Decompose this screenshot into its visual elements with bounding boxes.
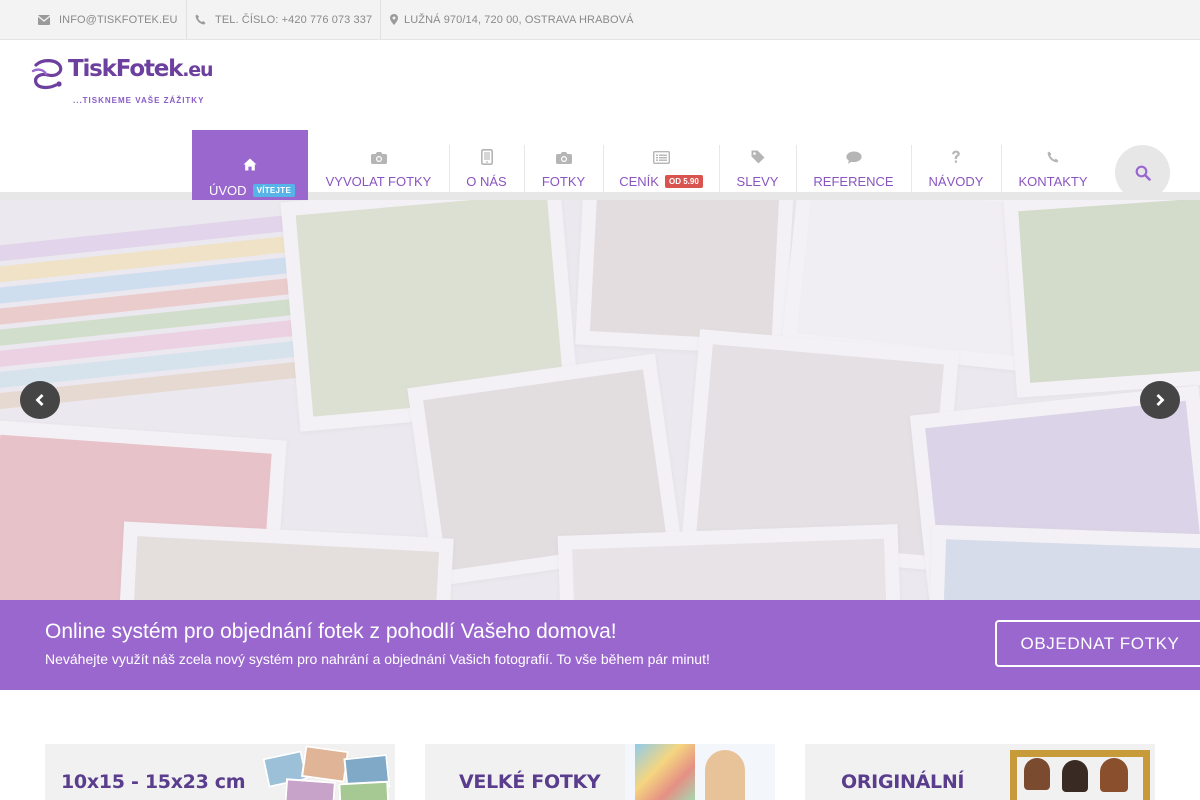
envelope-icon bbox=[38, 14, 50, 25]
logo-mark-icon bbox=[31, 59, 63, 90]
camera-icon bbox=[308, 145, 449, 169]
welcome-badge: VÍTEJTE bbox=[252, 184, 296, 197]
logo-tld: .eu bbox=[182, 59, 213, 81]
home-icon bbox=[192, 158, 308, 176]
comment-icon bbox=[796, 145, 911, 169]
nav-item-cenik[interactable]: CENÍK OD 5.90 bbox=[603, 145, 719, 192]
email-contact[interactable]: INFO@TISKFOTEK.EU bbox=[38, 0, 178, 39]
nav-label: REFERENCE bbox=[813, 174, 894, 189]
nav-item-o-nas[interactable]: O NÁS bbox=[449, 145, 524, 192]
cta-subtitle: Neváhejte využít náš zcela nový systém p… bbox=[45, 651, 710, 667]
camera-icon bbox=[524, 145, 603, 169]
nav-item-navody[interactable]: NÁVODY bbox=[911, 145, 1001, 192]
tag-icon bbox=[719, 145, 796, 169]
slider-prev-button[interactable] bbox=[20, 381, 60, 419]
nav-label: KONTAKTY bbox=[1018, 174, 1088, 189]
nav-item-fotky[interactable]: FOTKY bbox=[524, 145, 603, 192]
card-image bbox=[625, 744, 775, 800]
nav-label: NÁVODY bbox=[928, 174, 984, 189]
price-badge: OD 5.90 bbox=[664, 175, 703, 188]
nav-item-kontakty[interactable]: KONTAKTY bbox=[1001, 145, 1105, 192]
order-photos-button[interactable]: OBJEDNAT FOTKY bbox=[995, 620, 1200, 667]
question-icon bbox=[911, 145, 1001, 169]
nav-item-slevy[interactable]: SLEVY bbox=[719, 145, 796, 192]
nav-label: CENÍK bbox=[619, 174, 659, 189]
slider-next-button[interactable] bbox=[1140, 381, 1180, 419]
card-image bbox=[1000, 744, 1155, 800]
card-image bbox=[255, 744, 395, 800]
nav-bottom-strip bbox=[0, 192, 1200, 200]
nav-label: SLEVY bbox=[736, 174, 779, 189]
phone-icon bbox=[195, 14, 206, 25]
map-marker-icon bbox=[390, 14, 398, 25]
divider bbox=[186, 0, 187, 39]
product-card[interactable]: ORIGINÁLNÍ bbox=[805, 744, 1155, 800]
phone-text: TEL. ČÍSLO: +420 776 073 337 bbox=[215, 13, 373, 26]
nav-label: O NÁS bbox=[466, 174, 507, 189]
logo-tagline: ...TISKNEME VAŠE ZÁŽITKY bbox=[73, 96, 205, 105]
product-card[interactable]: VELKÉ FOTKY bbox=[425, 744, 775, 800]
chevron-left-icon bbox=[35, 394, 44, 406]
tablet-icon bbox=[449, 145, 524, 169]
card-title: ORIGINÁLNÍ bbox=[841, 771, 965, 793]
logo-wordmark: TiskFotek.eu bbox=[68, 56, 213, 82]
nav-item-vyvolat-fotky[interactable]: VYVOLAT FOTKY bbox=[308, 145, 449, 192]
divider bbox=[380, 0, 381, 39]
card-title: 10x15 - 15x23 cm bbox=[61, 771, 246, 793]
address-contact: LUŽNÁ 970/14, 720 00, OSTRAVA HRABOVÁ bbox=[390, 0, 634, 39]
nav-label: FOTKY bbox=[541, 174, 586, 189]
nav-item-reference[interactable]: REFERENCE bbox=[796, 145, 911, 192]
nav-label: VYVOLAT FOTKY bbox=[325, 174, 432, 189]
email-text: INFO@TISKFOTEK.EU bbox=[59, 13, 178, 26]
phone-contact[interactable]: TEL. ČÍSLO: +420 776 073 337 bbox=[195, 0, 372, 39]
product-card[interactable]: 10x15 - 15x23 cm bbox=[45, 744, 395, 800]
cta-title: Online systém pro objednání fotek z poho… bbox=[45, 620, 617, 643]
site-logo[interactable]: TiskFotek.eu ...TISKNEME VAŠE ZÁŽITKY bbox=[30, 55, 220, 110]
hero-slider bbox=[0, 200, 1200, 600]
nav-home-label: ÚVOD bbox=[209, 183, 247, 198]
search-icon bbox=[1135, 165, 1151, 181]
search-button[interactable] bbox=[1115, 145, 1170, 200]
logo-brand: TiskFotek bbox=[68, 56, 183, 82]
cta-banner: Online systém pro objednání fotek z poho… bbox=[0, 600, 1200, 690]
list-icon bbox=[603, 145, 719, 169]
address-text: LUŽNÁ 970/14, 720 00, OSTRAVA HRABOVÁ bbox=[404, 13, 634, 26]
chevron-right-icon bbox=[1156, 394, 1165, 406]
top-contact-bar: INFO@TISKFOTEK.EU TEL. ČÍSLO: +420 776 0… bbox=[0, 0, 1200, 40]
phone-icon bbox=[1001, 145, 1105, 169]
card-title: VELKÉ FOTKY bbox=[459, 771, 601, 793]
hero-overlay bbox=[0, 200, 1200, 600]
